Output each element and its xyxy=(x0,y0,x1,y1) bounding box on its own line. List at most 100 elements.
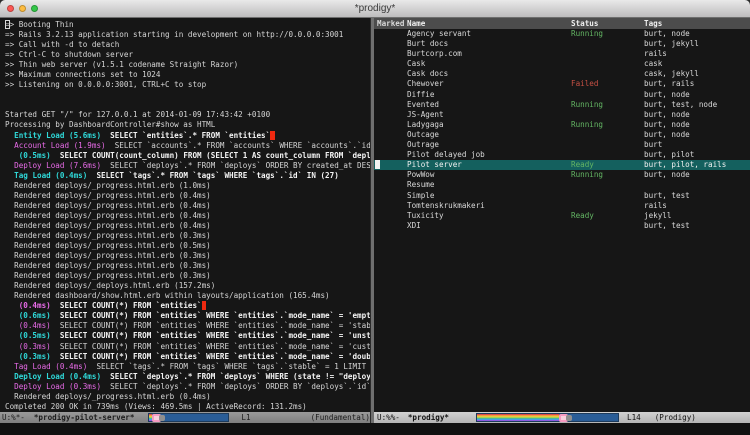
process-status xyxy=(571,90,644,100)
process-name: XDI xyxy=(407,221,571,231)
process-status xyxy=(571,49,644,59)
nyan-progress-bar xyxy=(476,413,619,422)
titlebar[interactable]: *prodigy* xyxy=(0,0,750,18)
marked-cell xyxy=(377,59,407,69)
pane-prodigy[interactable]: Marked Name Status Tags Agency servantRu… xyxy=(374,18,750,423)
emacs-window: *prodigy* => Booting Thin=> Rails 3.2.13… xyxy=(0,0,750,435)
process-tags: burt, test xyxy=(644,191,750,201)
process-status xyxy=(571,130,644,140)
process-status xyxy=(571,39,644,49)
log-line: Rendered deploys/_progress.html.erb (0.3… xyxy=(5,271,370,281)
process-name: Simple xyxy=(407,191,571,201)
process-row[interactable]: ChewoverFailedburt, rails xyxy=(374,79,750,89)
pane-server-log[interactable]: => Booting Thin=> Rails 3.2.13 applicati… xyxy=(0,18,370,423)
process-status xyxy=(571,180,644,190)
log-line: Deploy Load (7.6ms) SELECT `deploys`.* F… xyxy=(5,161,370,171)
marked-cell xyxy=(377,140,407,150)
process-tags: cask, jekyll xyxy=(644,69,750,79)
process-row[interactable]: Caskcask xyxy=(374,59,750,69)
log-line: Deploy Load (0.3ms) SELECT `deploys`.* F… xyxy=(5,382,370,392)
log-line: Rendered deploys/_deploys.html.erb (157.… xyxy=(5,281,370,291)
process-status: Ready xyxy=(571,211,644,221)
process-status: Running xyxy=(571,170,644,180)
process-row[interactable]: Outcageburt, node xyxy=(374,130,750,140)
process-row[interactable]: Agency servantRunningburt, node xyxy=(374,29,750,39)
log-line: (0.5ms) SELECT COUNT(*) FROM `entities` … xyxy=(5,331,370,341)
marked-cell xyxy=(377,180,407,190)
nyan-rainbow-trail xyxy=(477,414,559,421)
server-log: => Booting Thin=> Rails 3.2.13 applicati… xyxy=(0,18,370,412)
process-row[interactable]: PowWowRunningburt, node xyxy=(374,170,750,180)
process-row[interactable]: Burtcorp.comrails xyxy=(374,49,750,59)
close-button[interactable] xyxy=(7,5,14,12)
major-mode: (Prodigy) xyxy=(655,412,696,423)
marked-cell xyxy=(377,211,407,221)
process-status: Running xyxy=(571,100,644,110)
process-name: Tuxicity xyxy=(407,211,571,221)
log-line: Completed 200 OK in 739ms (Views: 469.5m… xyxy=(5,402,370,412)
process-status xyxy=(571,191,644,201)
process-status xyxy=(571,201,644,211)
process-name: Outcage xyxy=(407,130,571,140)
marked-cell xyxy=(377,201,407,211)
marked-cell xyxy=(377,39,407,49)
process-tags: burt, node xyxy=(644,170,750,180)
process-row[interactable]: Burt docsburt, jekyll xyxy=(374,39,750,49)
zoom-button[interactable] xyxy=(31,5,38,12)
modeline-flags: U:%%- xyxy=(377,412,400,423)
process-status xyxy=(571,59,644,69)
log-line: (0.3ms) SELECT COUNT(*) FROM `entities` … xyxy=(5,342,370,352)
process-row[interactable]: Cask docs cask, jekyll xyxy=(374,69,750,79)
process-tags: burt, test xyxy=(644,221,750,231)
process-name: Cask docs xyxy=(407,69,571,79)
modeline-flags: U:%*- xyxy=(2,412,25,423)
process-row[interactable]: Outrageburt xyxy=(374,140,750,150)
header-marked: Marked xyxy=(377,18,407,29)
process-row[interactable]: EventedRunningburt, test, node xyxy=(374,100,750,110)
marked-cell xyxy=(377,29,407,39)
marked-cell xyxy=(377,221,407,231)
minimize-button[interactable] xyxy=(19,5,26,12)
log-line: Rendered deploys/_progress.html.erb (0.4… xyxy=(5,392,370,402)
nyan-cat-icon xyxy=(152,414,165,422)
log-line: >> Maximum connections set to 1024 xyxy=(5,70,370,80)
log-line: Deploy Load (0.4ms) SELECT `deploys`.* F… xyxy=(5,372,370,382)
log-line: Rendered deploys/_progress.html.erb (0.5… xyxy=(5,241,370,251)
marked-cell xyxy=(377,69,407,79)
process-status: Running xyxy=(571,29,644,39)
process-row[interactable]: XDI burt, test xyxy=(374,221,750,231)
echo-area[interactable] xyxy=(0,423,750,435)
log-line: => Call with -d to detach xyxy=(5,40,370,50)
line-indicator: L14 xyxy=(627,412,641,423)
header-status: Status xyxy=(571,18,644,29)
process-status xyxy=(571,150,644,160)
process-name: Ladygaga xyxy=(407,120,571,130)
log-line xyxy=(5,100,370,110)
process-row[interactable]: Pilot delayed jobburt, pilot xyxy=(374,150,750,160)
log-line: Rendered deploys/_progress.html.erb (1.0… xyxy=(5,181,370,191)
process-row[interactable]: TuxicityReadyjekyll xyxy=(374,211,750,221)
process-status xyxy=(571,140,644,150)
process-row[interactable]: Resume xyxy=(374,180,750,190)
process-row[interactable]: Tomtenskrukmakerirails xyxy=(374,201,750,211)
header-name: Name xyxy=(407,18,571,29)
marked-cell xyxy=(377,110,407,120)
process-row[interactable]: Diffieburt, node xyxy=(374,90,750,100)
line-indicator: L1 xyxy=(241,412,250,423)
log-line: Started GET "/" for 127.0.0.1 at 2014-01… xyxy=(5,110,370,120)
marked-cell xyxy=(377,150,407,160)
nyan-cat-icon xyxy=(559,414,572,422)
process-tags: rails xyxy=(644,49,750,59)
process-row[interactable]: Simple burt, test xyxy=(374,191,750,201)
log-line: (0.6ms) SELECT COUNT(*) FROM `entities` … xyxy=(5,311,370,321)
process-tags: burt, node xyxy=(644,29,750,39)
header-tags: Tags xyxy=(644,18,750,29)
marked-cell xyxy=(377,191,407,201)
process-status xyxy=(571,69,644,79)
process-row[interactable]: Pilot serverReadyburt, pilot, rails xyxy=(374,160,750,170)
process-row[interactable]: JS-Agentburt, node xyxy=(374,110,750,120)
process-tags: burt, node xyxy=(644,90,750,100)
modeline-prodigy: U:%%- *prodigy* L14 (Prodigy) xyxy=(374,412,750,423)
log-line: Account Load (1.9ms) SELECT `accounts`.*… xyxy=(5,141,370,151)
process-row[interactable]: LadygagaRunningburt, node xyxy=(374,120,750,130)
